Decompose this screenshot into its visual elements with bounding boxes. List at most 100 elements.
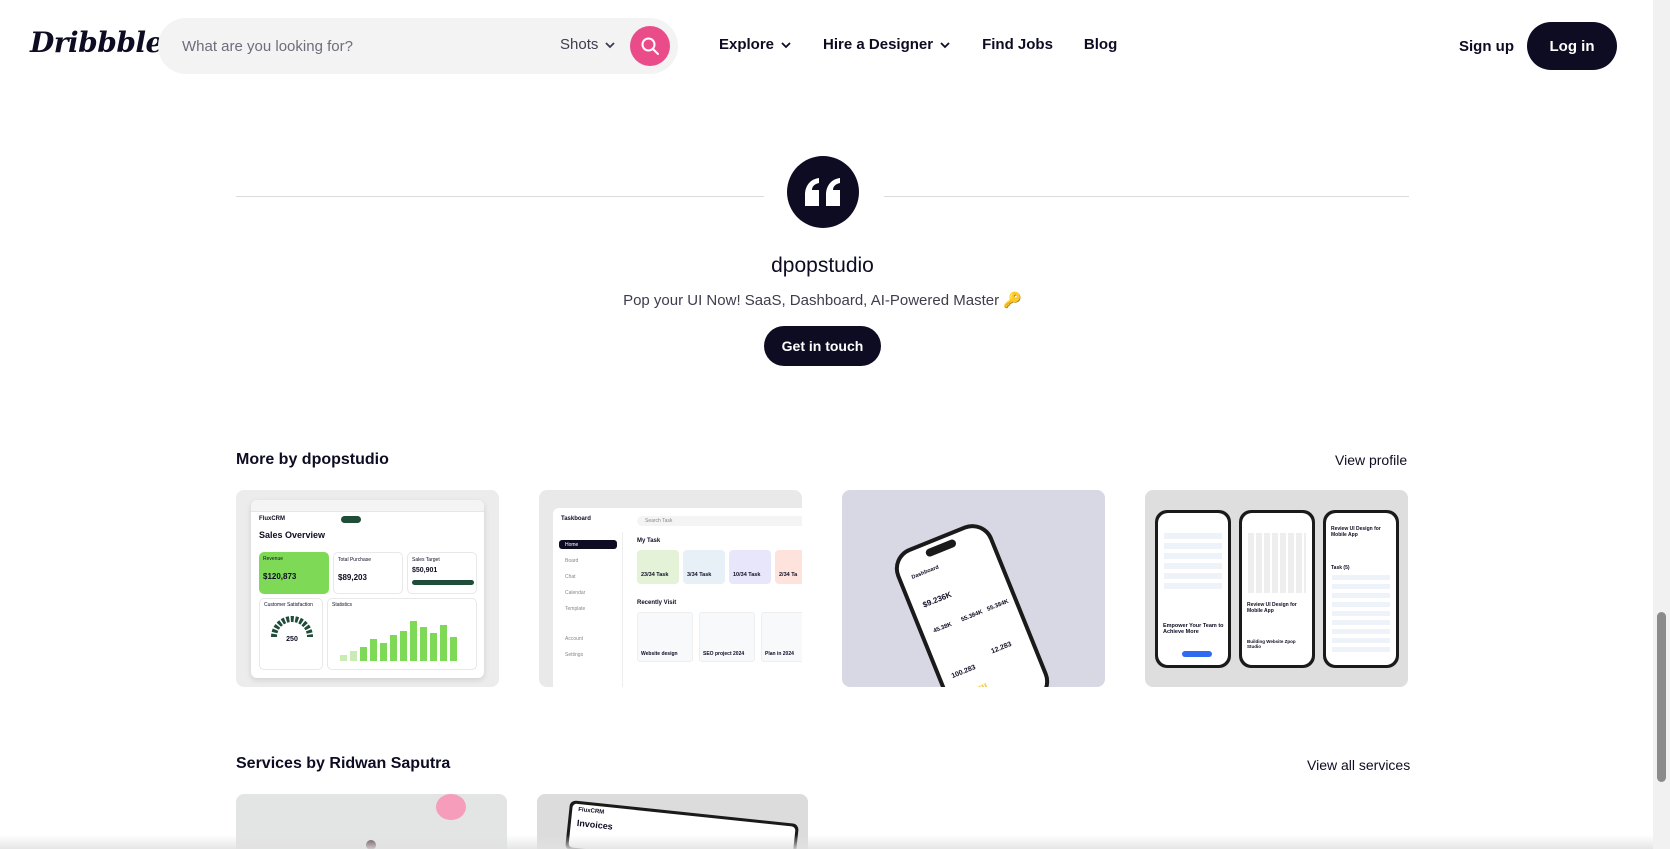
stats-bars [340, 621, 457, 661]
stat-value: 55.384K [960, 609, 984, 624]
quote-badge [787, 156, 859, 228]
nav-hire-designer[interactable]: Hire a Designer [823, 36, 951, 53]
nav-blog[interactable]: Blog [1084, 36, 1117, 53]
quote-icon [805, 178, 840, 206]
target-card: Sales Target $50,901 [407, 552, 477, 594]
task-count: 2/34 Ta [779, 572, 798, 578]
revenue-card: Revenue $120,873 [259, 552, 329, 594]
scrollbar[interactable] [1653, 0, 1670, 849]
view-profile-link[interactable]: View profile [1335, 452, 1407, 468]
task-card: 3/34 Task [683, 550, 725, 584]
stats-card: Statistics [327, 598, 477, 670]
menu-settings: Settings [565, 652, 584, 658]
site-header: Dribbble Shots Explore Hire a Designer F… [0, 0, 1670, 92]
project-title: Building Website Zpop Studio [1247, 639, 1296, 649]
task-count: 10/34 Task [733, 572, 761, 578]
purchase-value: $89,203 [338, 573, 367, 582]
app-name: Dashboard [910, 564, 940, 581]
task-count-label: Task (5) [1331, 565, 1350, 571]
search-input[interactable] [182, 18, 512, 74]
my-task-title: My Task [637, 538, 661, 544]
services-title: Services by Ridwan Saputra [236, 755, 451, 772]
shot-card[interactable]: FluxCRM Sales Overview Revenue $120,873 … [236, 490, 499, 687]
invoices-heading: Invoices [576, 817, 614, 832]
task-list [1164, 533, 1222, 593]
search-scope-dropdown[interactable]: Shots [560, 36, 616, 53]
app-name: Taskboard [561, 516, 591, 522]
gauge-value: 250 [286, 636, 298, 643]
amount-value: $9.236K [921, 589, 953, 610]
revenue-value: $120,873 [263, 572, 297, 581]
task-card: 2/34 Ta [775, 550, 802, 584]
menu-template: Template [565, 606, 586, 612]
task-count: 3/34 Task [687, 572, 712, 578]
sign-up-link[interactable]: Sign up [1459, 38, 1514, 55]
phone-title: Review UI Design for Mobile App [1247, 602, 1297, 614]
chevron-down-icon [940, 41, 950, 48]
cta-pill [1182, 651, 1212, 657]
app-name: FluxCRM [259, 516, 285, 522]
tab-pill [341, 516, 361, 523]
search-scope-label: Shots [560, 36, 599, 53]
stat-value: 45.38K [932, 621, 953, 635]
phone-mockup: Dashboard $9.236K 45.38K 55.384K 55.384K… [888, 517, 1056, 687]
phone-mockup: Review UI Design for Mobile App Building… [1239, 510, 1315, 668]
shot-thumbnail: Taskboard Search Task Home Board Chat Ca… [553, 508, 802, 687]
gauge-label: Customer Satisfaction [264, 602, 313, 608]
task-card: 23/34 Task [637, 550, 679, 584]
nav-find-jobs[interactable]: Find Jobs [982, 36, 1053, 53]
task-list [1332, 575, 1390, 655]
dribbble-logo[interactable]: Dribbble [30, 26, 163, 59]
shot-card[interactable]: Taskboard Search Task Home Board Chat Ca… [539, 490, 802, 687]
phone-screen: Review UI Design for Mobile App Task (5) [1326, 513, 1396, 665]
customer-value: 100.283 [950, 664, 977, 681]
project-name: SEO project 2024 [703, 651, 745, 657]
nav-explore[interactable]: Explore [719, 36, 792, 53]
view-all-services-link[interactable]: View all services [1307, 757, 1410, 773]
stats-label: Statistics [332, 602, 353, 608]
task-card: 10/34 Task [729, 550, 771, 584]
divider-left [236, 196, 764, 197]
revenue-label: Revenue [263, 556, 284, 562]
task-count: 23/34 Task [641, 572, 669, 578]
mini-bars [958, 682, 994, 687]
app-name: FluxCRM [577, 807, 605, 816]
project-name: Plan in 2024 [765, 651, 794, 657]
calendar-grid [1248, 533, 1306, 593]
search-button[interactable] [630, 26, 670, 66]
get-in-touch-button[interactable]: Get in touch [764, 326, 881, 366]
purchase-card: Total Purchase $89,203 [333, 552, 403, 594]
browser-bar [251, 500, 484, 512]
scrollbar-thumb[interactable] [1657, 612, 1666, 782]
chevron-down-icon [605, 41, 615, 48]
stat-value: 55.384K [986, 598, 1010, 613]
task-search: Search Task [637, 516, 802, 526]
shot-heading: Sales Overview [259, 530, 326, 540]
project-name: Website design [641, 651, 678, 657]
shot-card[interactable]: Empower Your Team to Achieve More Review… [1145, 490, 1408, 687]
phone-title: Empower Your Team to Achieve More [1163, 623, 1224, 636]
purchase-label: Total Purchase [338, 557, 372, 563]
menu-account: Account [565, 636, 584, 642]
log-in-button[interactable]: Log in [1527, 22, 1617, 70]
members-value: 12.283 [990, 640, 1013, 656]
chevron-down-icon [781, 41, 791, 48]
divider-right [884, 196, 1409, 197]
task-sidebar: Home Board Chat Calendar Template Accoun… [553, 532, 623, 687]
nav-blog-label: Blog [1083, 36, 1118, 53]
bottom-fade [0, 835, 1653, 849]
pink-sphere [436, 794, 466, 820]
phone-screen: Empower Your Team to Achieve More [1158, 513, 1228, 665]
shot-card[interactable]: Dashboard $9.236K 45.38K 55.384K 55.384K… [842, 490, 1105, 687]
designer-name[interactable]: dpopstudio [0, 254, 1645, 278]
target-bar [412, 580, 474, 585]
designer-tagline: Pop your UI Now! SaaS, Dashboard, AI-Pow… [623, 292, 1022, 309]
target-label: Sales Target [412, 557, 440, 563]
project-card: Plan in 2024 [761, 612, 802, 662]
search-bar: Shots [158, 18, 678, 74]
phone-title: Review UI Design for Mobile App [1331, 526, 1381, 538]
gauge-card: Customer Satisfaction 250 [259, 598, 323, 670]
more-by-title: More by dpopstudio [236, 451, 389, 468]
phone-mockup: Review UI Design for Mobile App Task (5) [1323, 510, 1399, 668]
nav-hire-designer-label: Hire a Designer [823, 36, 934, 53]
